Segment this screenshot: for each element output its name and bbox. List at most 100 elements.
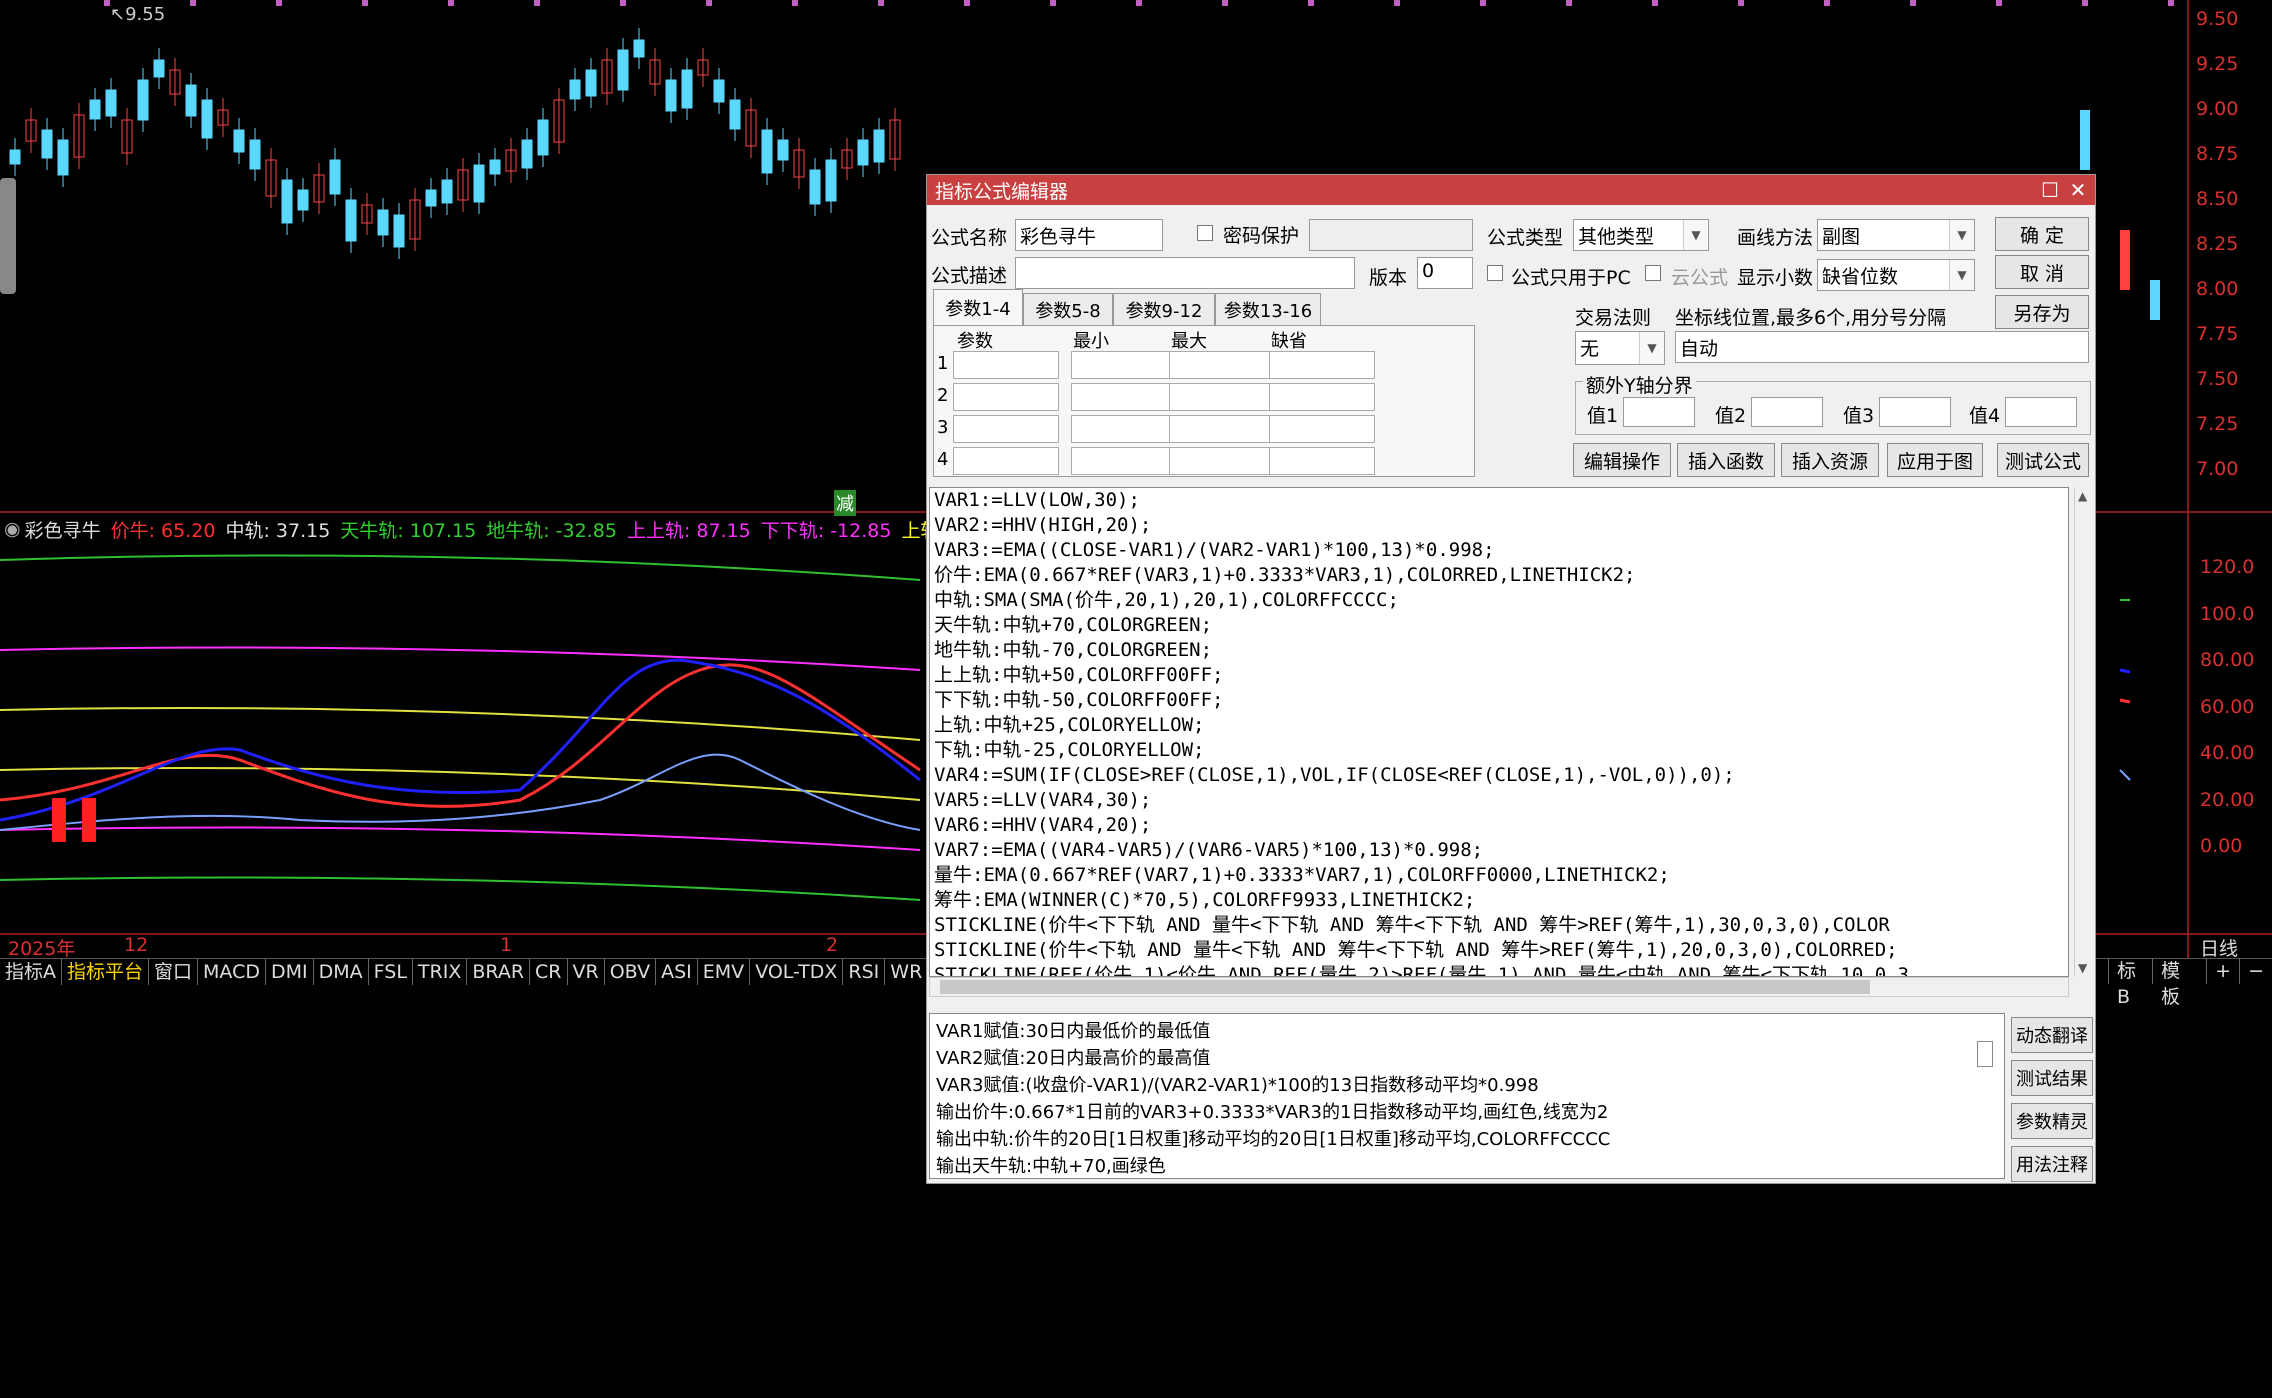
side-button[interactable]: 动态翻译 [2011,1017,2093,1053]
formula-code-editor[interactable]: VAR1:=LLV(LOW,30); VAR2:=HHV(HIGH,20); VAR… [929,487,2069,977]
param-cell[interactable] [953,383,1059,411]
action-button[interactable]: 插入资源 [1781,443,1879,477]
save-as-button[interactable]: 另存为 [1995,295,2089,329]
maximize-icon[interactable]: ☐ [2037,177,2063,203]
param-row-number: 2 [937,385,949,406]
tab-cr[interactable]: CR [530,959,568,985]
action-button[interactable]: 编辑操作 [1573,443,1671,477]
chevron-up-icon[interactable]: ▲ [2078,489,2087,503]
param-cell[interactable] [1071,447,1177,475]
tab-emv[interactable]: EMV [698,959,751,985]
tab-params-9-12[interactable]: 参数9-12 [1113,293,1215,326]
formula-name-input[interactable]: 彩色寻牛 [1015,219,1163,251]
y-value-input[interactable] [2005,397,2077,427]
param-cell[interactable] [1269,447,1375,475]
tab-vol-tdx[interactable]: VOL-TDX [750,959,844,985]
price-tick: 8.75 [2196,143,2239,165]
param-cell[interactable] [1169,351,1275,379]
code-horizontal-scrollbar[interactable] [929,977,2069,997]
action-button[interactable]: 应用于图 [1887,443,1983,477]
code-line: 筹牛:EMA(WINNER(C)*70,5),COLORFF9933,LINET… [934,889,1476,911]
param-cell[interactable] [1071,351,1177,379]
password-input[interactable] [1309,219,1473,251]
tab-params-5-8[interactable]: 参数5-8 [1023,293,1113,326]
param-cell[interactable] [1269,415,1375,443]
action-button[interactable]: 测试公式 [1997,443,2089,477]
code-line: STICKLINE(REF(价牛,1)<价牛 AND REF(量牛,2)>REF… [934,964,1910,977]
side-button[interactable]: 测试结果 [2011,1060,2093,1096]
tabbar-right-item[interactable]: 标B [2108,958,2152,1008]
pc-only-checkbox[interactable] [1487,265,1503,281]
param-header: 最小 [1073,331,1109,352]
close-icon[interactable]: ✕ [2065,177,2091,203]
code-line: VAR4:=SUM(IF(CLOSE>REF(CLOSE,1),VOL,IF(C… [934,764,1735,786]
tab-dma[interactable]: DMA [314,959,369,985]
tab-macd[interactable]: MACD [198,959,266,985]
draw-method-select[interactable]: 副图 ▼ [1817,219,1975,251]
scroll-thumb[interactable] [940,980,1870,994]
indicator-value: 上上轨: 87.15 [626,519,751,542]
tab-trix[interactable]: TRIX [413,959,468,985]
reduce-marker: 减 [834,490,856,516]
version-input[interactable]: 0 [1417,257,1473,289]
tab-fsl[interactable]: FSL [369,959,413,985]
param-cell[interactable] [953,351,1059,379]
y-value-input[interactable] [1751,397,1823,427]
dialog-titlebar[interactable]: 指标公式编辑器 ☐ ✕ [927,175,2095,205]
chevron-down-icon[interactable]: ▼ [2078,961,2087,975]
coord-input[interactable]: 自动 [1675,331,2089,363]
tab-brar[interactable]: BRAR [467,959,531,985]
cloud-checkbox[interactable] [1645,265,1661,281]
password-checkbox[interactable] [1197,225,1213,241]
trade-rule-select[interactable]: 无 ▼ [1575,331,1665,365]
action-button[interactable]: 插入函数 [1677,443,1775,477]
tab-wr[interactable]: WR [885,959,929,985]
side-button[interactable]: 参数精灵 [2011,1103,2093,1139]
indicator-tick: 100.0 [2200,602,2255,625]
tabbar-right-item[interactable]: − [2239,958,2272,984]
tab-vr[interactable]: VR [568,959,605,985]
y-value-input[interactable] [1623,397,1695,427]
explain-scrollbar[interactable] [1977,1041,1993,1067]
tab-params-1-4[interactable]: 参数1-4 [933,289,1023,326]
formula-name-label: 公式名称 [931,227,1008,249]
tab-窗口[interactable]: 窗口 [149,959,199,985]
indicator-tick: 20.00 [2200,788,2255,811]
param-cell[interactable] [1169,447,1275,475]
explain-line: 输出价牛:0.667*1日前的VAR3+0.3333*VAR3的1日指数移动平均… [936,1102,1609,1123]
tab-params-13-16[interactable]: 参数13-16 [1215,293,1321,326]
tab-asi[interactable]: ASI [656,959,698,985]
period-label[interactable]: 日线 [2200,934,2238,961]
cancel-button[interactable]: 取 消 [1995,255,2089,289]
tab-指标a[interactable]: 指标A [0,959,62,985]
indicator-icon[interactable]: ◉ [4,518,21,540]
param-cell[interactable] [1071,415,1177,443]
side-button[interactable]: 用法注释 [2011,1146,2093,1182]
param-cell[interactable] [953,447,1059,475]
tabbar-right-item[interactable]: + [2206,958,2239,984]
y-value-input[interactable] [1879,397,1951,427]
date-label: 2 [826,934,839,956]
explain-line: VAR3赋值:(收盘价-VAR1)/(VAR2-VAR1)*100的13日指数移… [936,1075,1539,1096]
chevron-down-icon: ▼ [1949,220,1974,250]
tab-obv[interactable]: OBV [605,959,657,985]
tab-指标平台[interactable]: 指标平台 [62,959,150,985]
formula-type-select[interactable]: 其他类型 ▼ [1573,219,1709,251]
decimals-label: 显示小数 [1737,267,1814,289]
param-cell[interactable] [1169,415,1275,443]
param-cell[interactable] [1269,351,1375,379]
tabbar-right-item[interactable]: 模 板 [2152,958,2206,1008]
formula-desc-input[interactable] [1015,257,1355,289]
decimals-select[interactable]: 缺省位数 ▼ [1817,259,1975,291]
param-cell[interactable] [1269,383,1375,411]
ok-button[interactable]: 确 定 [1995,217,2089,251]
param-cell[interactable] [1071,383,1177,411]
code-line: VAR7:=EMA((VAR4-VAR5)/(VAR6-VAR5)*100,13… [934,839,1484,861]
tab-dmi[interactable]: DMI [266,959,314,985]
param-cell[interactable] [1169,383,1275,411]
code-vertical-scrollbar[interactable]: ▲ ▼ [2074,487,2095,977]
tab-rsi[interactable]: RSI [843,959,886,985]
param-cell[interactable] [953,415,1059,443]
code-line: STICKLINE(价牛<下下轨 AND 量牛<下下轨 AND 筹牛<下下轨 A… [934,914,1890,936]
param-header: 最大 [1171,331,1207,352]
